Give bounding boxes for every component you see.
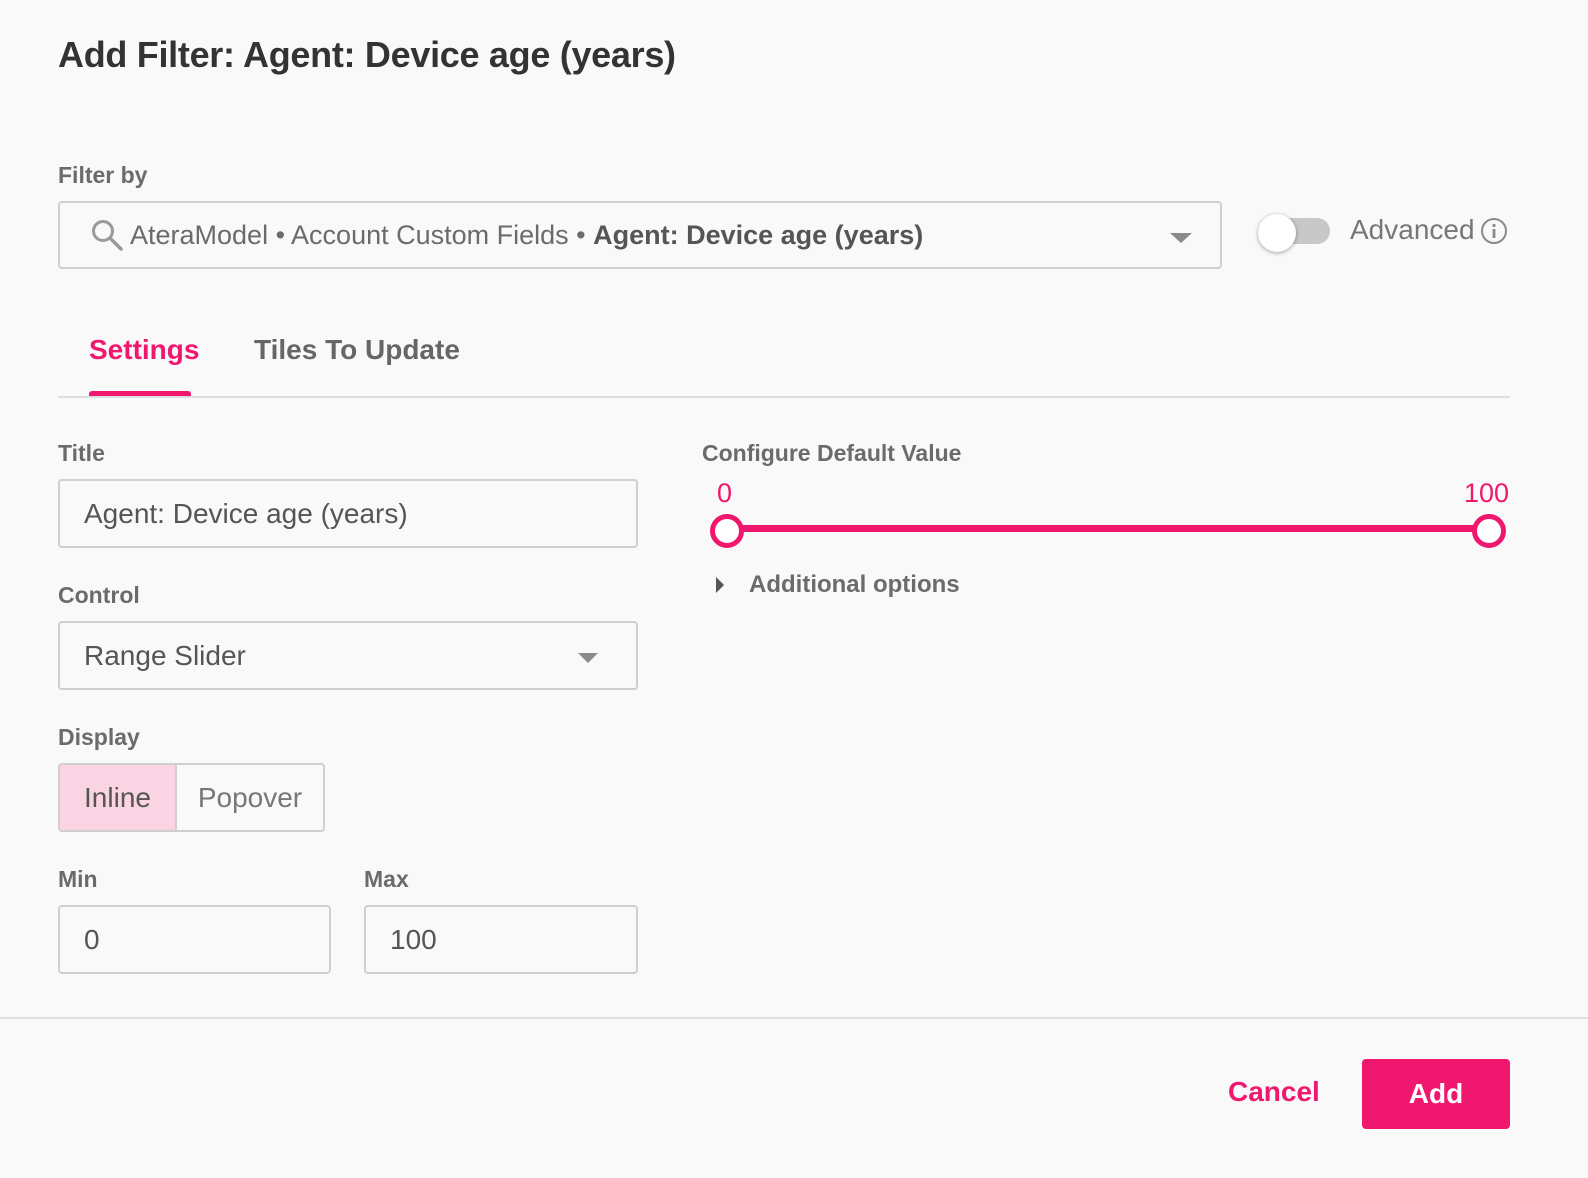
advanced-toggle[interactable] [1258, 214, 1330, 252]
search-icon [92, 220, 123, 251]
display-label: Display [58, 724, 140, 750]
max-label: Max [364, 866, 409, 892]
slider-min-value: 0 [717, 478, 733, 508]
info-icon[interactable] [1480, 217, 1508, 245]
range-slider-track[interactable] [725, 525, 1487, 532]
range-slider-min-handle[interactable] [710, 514, 744, 548]
additional-options-toggle[interactable]: Additional options [716, 571, 960, 599]
display-option-popover[interactable]: Popover [177, 765, 323, 830]
min-input[interactable] [58, 905, 331, 974]
filter-path-prefix: AteraModel • Account Custom Fields • [130, 219, 594, 250]
chevron-down-icon [1170, 233, 1192, 243]
footer-divider [0, 1017, 1588, 1019]
cancel-button[interactable]: Cancel [1228, 1076, 1320, 1108]
min-label: Min [58, 866, 98, 892]
chevron-down-icon [578, 653, 598, 663]
add-button[interactable]: Add [1362, 1059, 1510, 1129]
title-label: Title [58, 440, 105, 466]
filter-path-field: Agent: Device age (years) [593, 219, 924, 250]
filter-by-label: Filter by [58, 162, 148, 188]
control-select[interactable]: Range Slider [58, 621, 638, 690]
tab-divider [58, 396, 1510, 398]
tab-settings[interactable]: Settings [89, 334, 199, 366]
title-input[interactable] [58, 479, 638, 548]
dialog-title: Add Filter: Agent: Device age (years) [58, 34, 676, 75]
additional-options-label: Additional options [749, 571, 960, 598]
default-value-label: Configure Default Value [702, 440, 962, 466]
control-value: Range Slider [84, 639, 246, 671]
filter-by-select[interactable]: AteraModel • Account Custom Fields • Age… [58, 201, 1222, 269]
advanced-label: Advanced [1350, 214, 1475, 245]
tab-tiles-to-update[interactable]: Tiles To Update [254, 334, 460, 366]
toggle-knob [1258, 214, 1296, 252]
filter-path: AteraModel • Account Custom Fields • Age… [130, 220, 923, 251]
display-segmented-control: Inline Popover [58, 763, 325, 832]
range-slider-max-handle[interactable] [1472, 514, 1506, 548]
control-label: Control [58, 582, 140, 608]
display-option-inline[interactable]: Inline [60, 765, 177, 830]
slider-max-value: 100 [1464, 478, 1510, 508]
caret-right-icon [716, 577, 724, 593]
max-input[interactable] [364, 905, 638, 974]
